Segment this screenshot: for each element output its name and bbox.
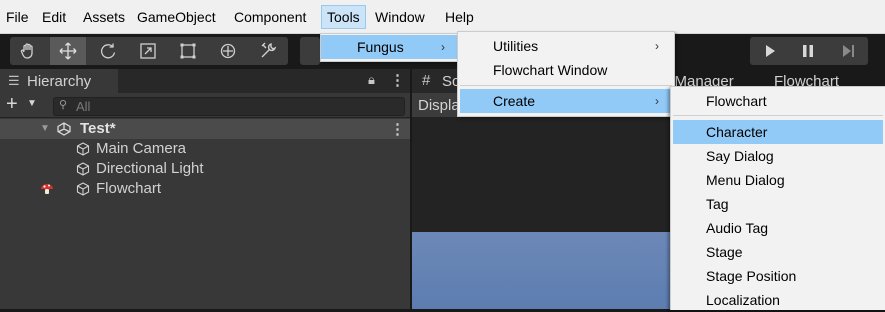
search-icon: ⚲ [59, 99, 68, 111]
object-label: Directional Light [96, 160, 204, 177]
menu-item-menu-dialog[interactable]: Menu Dialog [671, 168, 885, 192]
menu-item-label: Fungus [357, 39, 404, 55]
pivot-toggle[interactable] [300, 37, 320, 65]
unity-scene-icon [57, 122, 71, 136]
more-options-icon[interactable]: ⋮ [390, 71, 405, 89]
pause-icon[interactable] [790, 37, 826, 65]
display-label[interactable]: Displa [418, 97, 460, 114]
scene-row[interactable]: ▼ Test* ⋮ [0, 119, 410, 139]
expand-arrow-icon[interactable]: ▼ [40, 123, 50, 134]
gameobject-cube-icon [76, 142, 90, 156]
menu-divider [673, 115, 883, 116]
menu-item-label: Flowchart [706, 93, 767, 109]
menu-item-create[interactable]: Create › [460, 89, 672, 113]
menu-item-label: Stage Position [706, 268, 797, 284]
gameobject-cube-icon [76, 162, 90, 176]
chevron-down-icon[interactable]: ▼ [27, 98, 37, 109]
menu-tools[interactable]: Tools [321, 5, 366, 29]
menu-item-label: Utilities [493, 38, 539, 54]
menu-item-say-dialog[interactable]: Say Dialog [671, 144, 885, 168]
menu-assets[interactable]: Assets [78, 6, 130, 28]
mushroom-icon [41, 184, 53, 194]
gameobject-cube-icon [76, 182, 90, 196]
object-label: Flowchart [96, 180, 162, 197]
chevron-right-icon: › [655, 39, 659, 53]
hand-tool-icon[interactable] [10, 37, 46, 65]
menu-file[interactable]: File [1, 6, 34, 28]
menu-item-label: Character [706, 124, 768, 140]
create-submenu: Flowchart Character Say Dialog Menu Dial… [670, 86, 885, 310]
grid-icon: # [422, 72, 431, 89]
scene-viewport-sky[interactable] [412, 232, 670, 309]
menu-gameobject[interactable]: GameObject [132, 6, 221, 28]
scene-viewport-dark [412, 117, 670, 232]
hierarchy-tab[interactable]: ☰ Hierarchy [0, 69, 118, 93]
scene-name: Test* [80, 120, 116, 137]
add-icon[interactable]: + [6, 93, 18, 116]
menu-item-stage-position[interactable]: Stage Position [671, 264, 885, 288]
hierarchy-item-flowchart[interactable]: Flowchart [0, 179, 410, 199]
scale-tool-icon[interactable] [130, 37, 166, 65]
hierarchy-item-main-camera[interactable]: Main Camera [0, 139, 410, 159]
menu-item-tag[interactable]: Tag [671, 192, 885, 216]
fungus-submenu: Utilities › Flowchart Window Create › [457, 31, 675, 117]
menu-item-label: Audio Tag [706, 220, 769, 236]
menu-edit[interactable]: Edit [37, 6, 71, 28]
menu-item-label: Say Dialog [706, 148, 774, 164]
play-icon[interactable] [752, 37, 788, 65]
tools-dropdown: Fungus › [320, 33, 459, 62]
hierarchy-panel: ☰ Hierarchy 🔒︎ ⋮ + ▼ ⚲ All ▼ Test* ⋮ Mai… [0, 69, 410, 309]
step-icon[interactable] [830, 37, 866, 65]
menu-item-label: Menu Dialog [706, 172, 785, 188]
custom-tool-icon[interactable] [250, 37, 286, 65]
menu-item-flowchart-window[interactable]: Flowchart Window [458, 58, 674, 82]
transform-tools [10, 37, 288, 65]
menu-item-utilities[interactable]: Utilities › [458, 34, 674, 58]
menu-item-label: Create [493, 93, 536, 109]
menu-item-flowchart[interactable]: Flowchart [671, 89, 885, 113]
menu-window[interactable]: Window [370, 6, 430, 28]
menu-item-label: Tag [706, 196, 729, 212]
menu-component[interactable]: Component [229, 6, 311, 28]
chevron-right-icon: › [655, 94, 659, 108]
hierarchy-tab-label: Hierarchy [27, 73, 92, 90]
rect-tool-icon[interactable] [170, 37, 206, 65]
object-label: Main Camera [96, 140, 187, 157]
menu-item-stage[interactable]: Stage [671, 240, 885, 264]
hierarchy-search-input[interactable]: ⚲ All [53, 97, 405, 116]
move-tool-icon[interactable] [50, 37, 86, 65]
menu-item-fungus[interactable]: Fungus › [321, 35, 458, 59]
play-controls [750, 37, 868, 65]
search-placeholder: All [76, 99, 91, 114]
menu-item-localization[interactable]: Localization [671, 288, 885, 312]
menu-item-label: Flowchart Window [493, 62, 608, 78]
menu-item-label: Stage [706, 244, 743, 260]
rotate-tool-icon[interactable] [90, 37, 126, 65]
transform-tool-icon[interactable] [210, 37, 246, 65]
hierarchy-item-directional-light[interactable]: Directional Light [0, 159, 410, 179]
scene-options-icon[interactable]: ⋮ [390, 120, 405, 138]
menu-item-label: Localization [706, 292, 780, 308]
lock-icon[interactable]: 🔒︎ [368, 72, 375, 88]
menu-divider [460, 85, 672, 86]
list-icon: ☰ [8, 73, 20, 88]
menu-bar: File Edit Assets GameObject Component To… [0, 0, 885, 34]
menu-help[interactable]: Help [440, 6, 479, 28]
menu-item-audio-tag[interactable]: Audio Tag [671, 216, 885, 240]
chevron-right-icon: › [441, 40, 445, 54]
menu-item-character[interactable]: Character [673, 120, 883, 144]
